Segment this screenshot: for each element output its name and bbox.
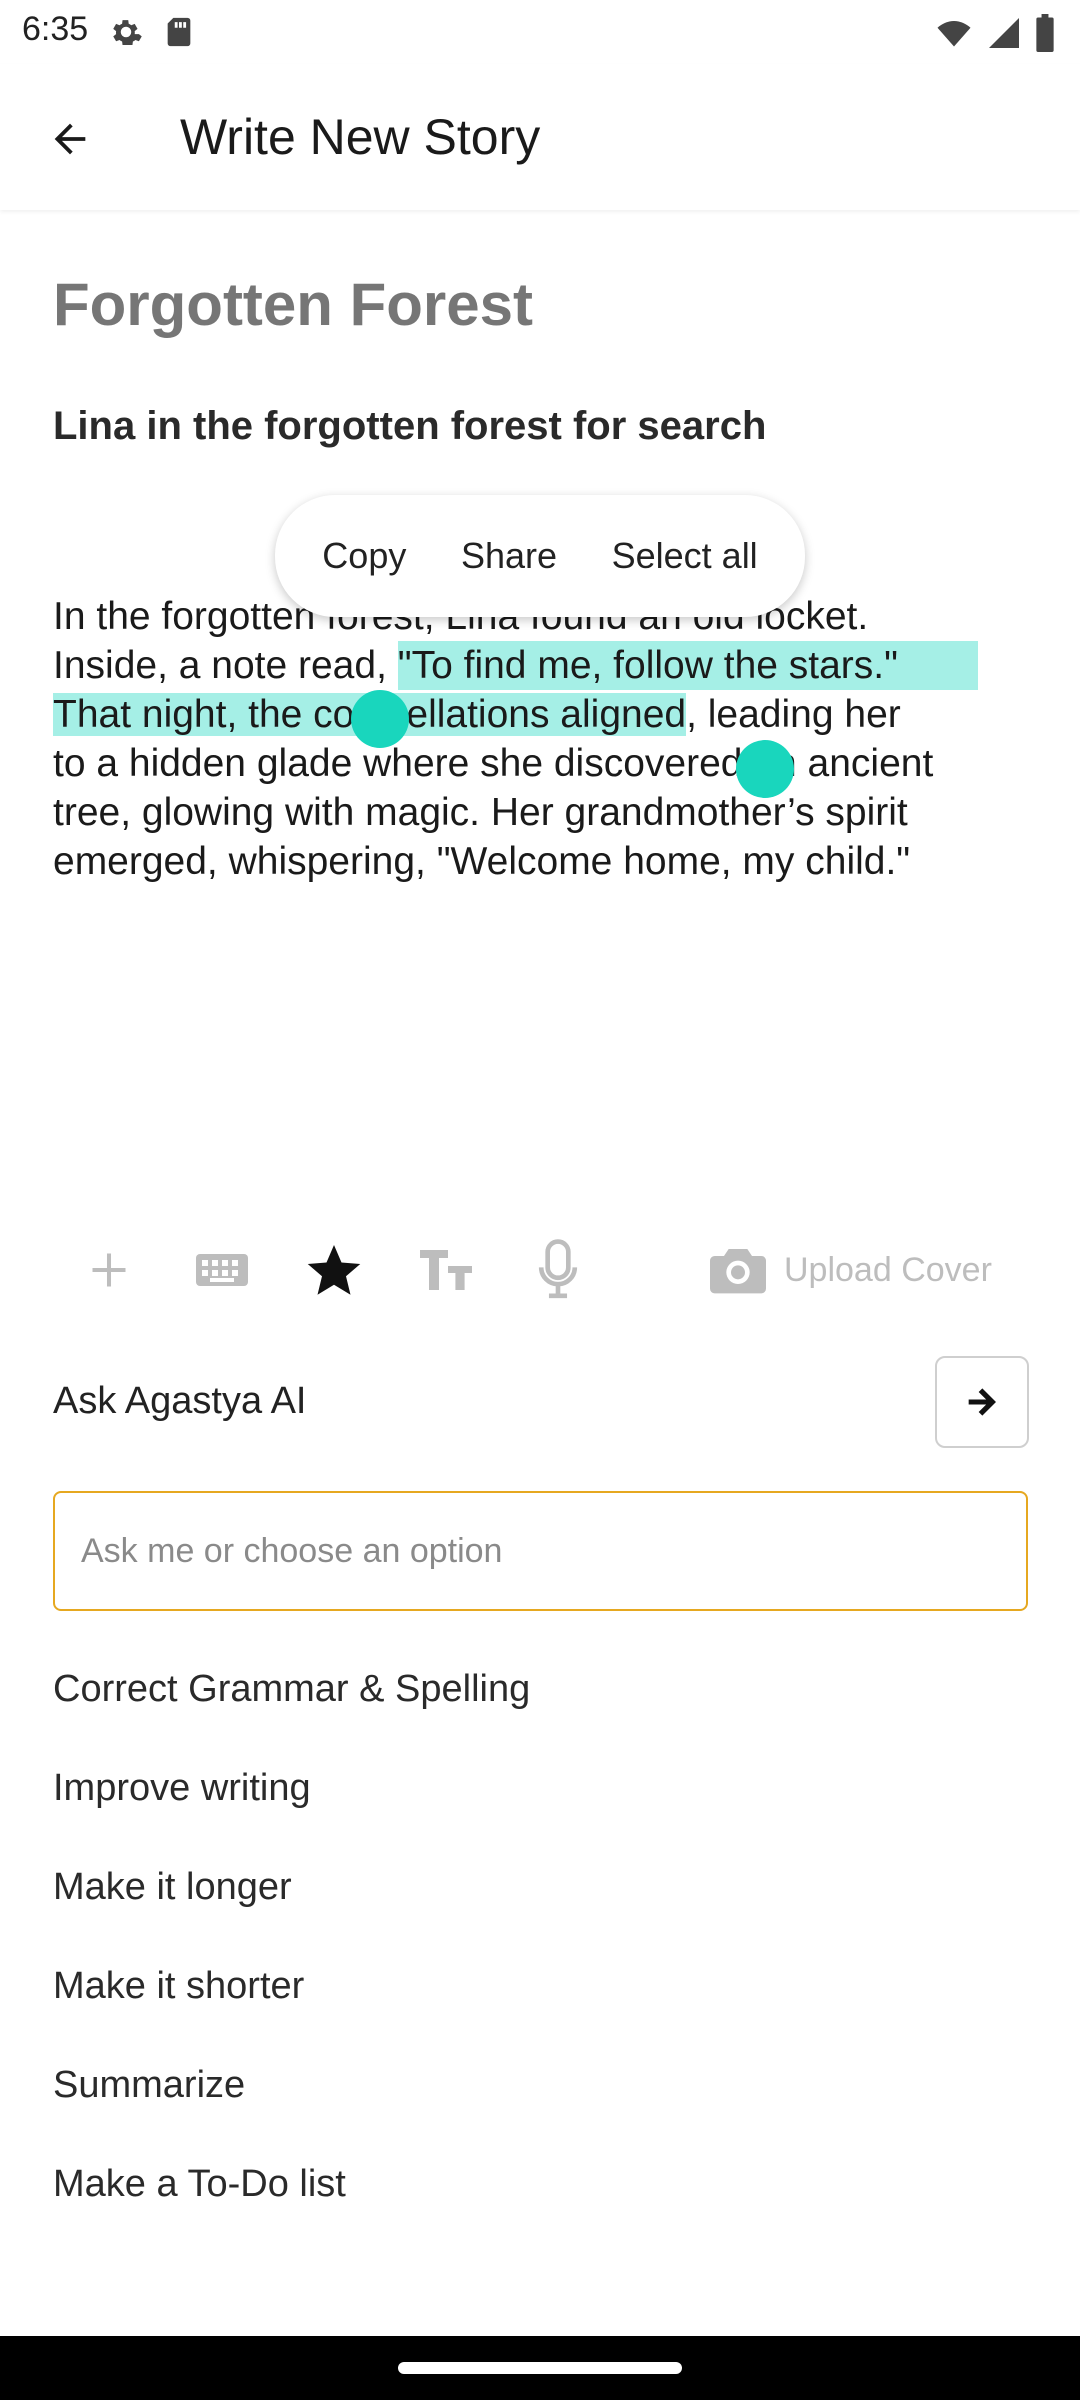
ai-option-make-shorter[interactable]: Make it shorter (53, 1937, 530, 2036)
ai-submit-button[interactable] (935, 1356, 1029, 1448)
back-button[interactable] (30, 104, 110, 174)
line-text: Inside, a note read, (53, 644, 398, 687)
upload-cover-label: Upload Cover (784, 1250, 992, 1289)
share-menu-item[interactable]: Share (461, 535, 557, 577)
text-size-button[interactable] (414, 1238, 478, 1302)
battery-icon (1036, 14, 1054, 52)
sd-card-icon (167, 17, 191, 47)
favorite-button[interactable] (302, 1238, 366, 1302)
arrow-left-icon (54, 123, 86, 155)
story-line: Inside, a note read, "To find me, follow… (53, 641, 1033, 690)
upload-cover-button[interactable]: Upload Cover (710, 1238, 992, 1302)
select-all-menu-item[interactable]: Select all (612, 535, 758, 577)
status-bar: 6:35 (0, 0, 1080, 64)
arrow-right-icon (968, 1388, 996, 1416)
story-body-field[interactable]: In the forgotten forest, Lina found an o… (53, 592, 1033, 886)
ai-option-correct-grammar[interactable]: Correct Grammar & Spelling (53, 1640, 530, 1739)
ai-option-todo-list[interactable]: Make a To-Do list (53, 2135, 530, 2234)
keyboard-button[interactable] (190, 1238, 254, 1302)
microphone-icon (538, 1239, 578, 1299)
keyboard-icon (196, 1254, 248, 1286)
text-size-icon (420, 1250, 472, 1290)
ai-option-improve-writing[interactable]: Improve writing (53, 1739, 530, 1838)
editor-toolbar: Upload Cover (0, 1230, 1080, 1310)
line-text: to a hidden glade where she discovered a… (53, 742, 934, 785)
line-text: tree, glowing with magic. Her grandmothe… (53, 791, 908, 834)
signal-icon (989, 18, 1019, 48)
story-line: to a hidden glade where she discovered a… (53, 739, 1033, 788)
status-time: 6:35 (22, 10, 89, 48)
selection-start-handle[interactable] (351, 690, 409, 748)
wifi-icon (937, 21, 971, 47)
plus-icon (92, 1253, 126, 1287)
story-line: emerged, whispering, "Welcome home, my c… (53, 837, 1033, 886)
line-text: emerged, whispering, "Welcome home, my c… (53, 840, 911, 883)
story-line: tree, glowing with magic. Her grandmothe… (53, 788, 1033, 837)
gear-icon (113, 20, 142, 46)
status-right-icons (934, 14, 1056, 52)
page-title: Write New Story (180, 109, 541, 165)
system-nav-bar (0, 2336, 1080, 2400)
camera-icon (710, 1249, 766, 1294)
star-icon (307, 1245, 361, 1295)
ai-option-summarize[interactable]: Summarize (53, 2036, 530, 2135)
story-line: That night, the constellations aligned, … (53, 690, 1033, 739)
text-selection-menu: Copy Share Select all (275, 495, 805, 617)
home-gesture-handle[interactable] (398, 2362, 682, 2374)
line-text: , leading her (686, 693, 901, 736)
ai-section-label: Ask Agastya AI (53, 1380, 307, 1422)
copy-menu-item[interactable]: Copy (322, 535, 406, 577)
microphone-button[interactable] (526, 1238, 590, 1302)
ai-option-make-longer[interactable]: Make it longer (53, 1838, 530, 1937)
status-left-icons (108, 14, 196, 50)
ai-options-list: Correct Grammar & Spelling Improve writi… (53, 1640, 530, 2234)
story-subtitle-field[interactable]: Lina in the forgotten forest for search (53, 404, 766, 449)
app-bar: Write New Story (0, 64, 1080, 210)
selected-text: "To find me, follow the stars." (397, 641, 978, 690)
ai-prompt-placeholder: Ask me or choose an option (81, 1531, 503, 1570)
ai-prompt-input[interactable]: Ask me or choose an option (53, 1491, 1028, 1611)
story-title-field[interactable]: Forgotten Forest (53, 270, 533, 339)
add-button[interactable] (77, 1238, 141, 1302)
selection-end-handle[interactable] (736, 740, 794, 798)
